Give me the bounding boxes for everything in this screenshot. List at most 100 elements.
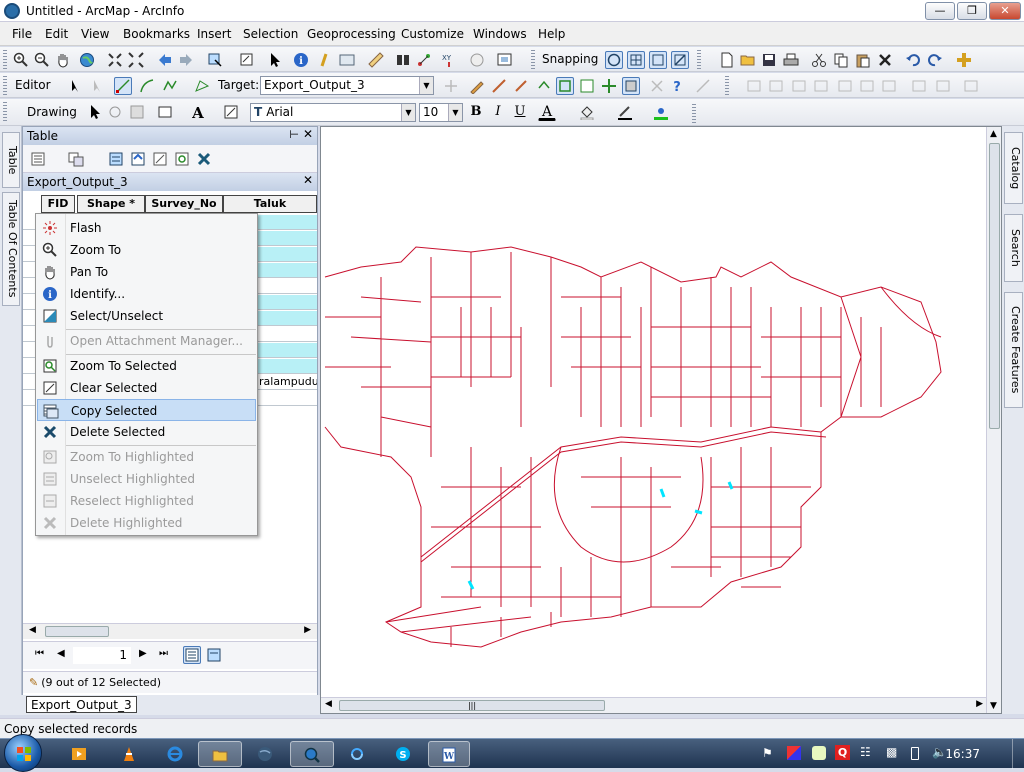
- toolbar-grip[interactable]: [3, 50, 7, 69]
- column-header-taluk[interactable]: Taluk: [223, 195, 317, 213]
- measure-icon[interactable]: [367, 51, 385, 69]
- map-horizontal-scrollbar[interactable]: ◀ ||| ▶: [321, 697, 987, 713]
- paste-icon[interactable]: [854, 51, 872, 69]
- rotate-icon[interactable]: [512, 77, 530, 95]
- previous-record-icon[interactable]: ◀: [57, 648, 65, 659]
- menu-selection[interactable]: Selection: [243, 27, 298, 41]
- georef-tool-4-icon[interactable]: [812, 77, 830, 95]
- column-header-shape[interactable]: Shape *: [77, 195, 145, 213]
- georef-tool-9-icon[interactable]: [934, 77, 952, 95]
- end-snapping-icon[interactable]: [627, 51, 645, 69]
- toolbar-grip[interactable]: [531, 50, 535, 69]
- line-color-icon[interactable]: [616, 103, 634, 121]
- globe-app-button[interactable]: [252, 741, 278, 767]
- zoom-to-selected-icon[interactable]: [173, 150, 191, 168]
- add-data-icon[interactable]: [955, 51, 973, 69]
- scroll-left-icon[interactable]: ◀: [325, 699, 332, 709]
- georef-tool-6-icon[interactable]: [858, 77, 876, 95]
- attributes-icon[interactable]: [578, 77, 596, 95]
- record-number-field[interactable]: 1: [73, 647, 131, 664]
- zoom-in-icon[interactable]: [12, 51, 30, 69]
- vlc-button[interactable]: [116, 741, 142, 767]
- time-slider-icon[interactable]: [468, 51, 486, 69]
- close-button[interactable]: ✕: [989, 2, 1021, 20]
- clear-selection-icon[interactable]: [238, 51, 256, 69]
- menu-windows[interactable]: Windows: [473, 27, 527, 41]
- select-elements-icon[interactable]: [86, 103, 104, 121]
- scroll-up-icon[interactable]: ▲: [990, 129, 997, 139]
- column-header-fid[interactable]: FID: [41, 195, 75, 213]
- georef-tool-8-icon[interactable]: [910, 77, 928, 95]
- skype-button[interactable]: S: [390, 741, 416, 767]
- open-folder-icon[interactable]: [739, 51, 757, 69]
- undo-icon[interactable]: [904, 51, 922, 69]
- chevron-down-icon[interactable]: ▼: [401, 104, 415, 121]
- rotate-element-icon[interactable]: [106, 103, 124, 121]
- menu-item-unselect-highlighted[interactable]: Unselect Highlighted: [37, 468, 256, 490]
- menu-item-select-unselect[interactable]: Select/Unselect: [37, 305, 256, 327]
- zoom-out-icon[interactable]: [33, 51, 51, 69]
- show-selected-records-icon[interactable]: [205, 646, 223, 664]
- font-name-select[interactable]: T Arial ▼: [250, 103, 416, 122]
- snapping-dropdown[interactable]: Snapping: [542, 52, 598, 66]
- menu-item-clear-selected[interactable]: Clear Selected: [37, 377, 256, 399]
- print-icon[interactable]: [782, 51, 800, 69]
- edit-annotation-icon[interactable]: [88, 77, 106, 95]
- georef-tool-5-icon[interactable]: [836, 77, 854, 95]
- menu-help[interactable]: Help: [538, 27, 565, 41]
- tray-note-icon[interactable]: [812, 746, 826, 760]
- explorer-button[interactable]: [198, 741, 242, 767]
- switch-selection-icon[interactable]: [129, 150, 147, 168]
- forward-extent-icon[interactable]: [177, 51, 195, 69]
- menu-item-delete-highlighted[interactable]: Delete Highlighted: [37, 512, 256, 534]
- trace-icon[interactable]: [161, 77, 179, 95]
- toolbar-grip[interactable]: [697, 50, 701, 69]
- find-route-icon[interactable]: [415, 51, 433, 69]
- bold-button[interactable]: B: [467, 103, 485, 121]
- media-player-button[interactable]: [66, 741, 92, 767]
- menu-item-zoom-to-selected[interactable]: Zoom To Selected: [37, 355, 256, 377]
- pan-icon[interactable]: [54, 51, 72, 69]
- georef-tool-10-icon[interactable]: [962, 77, 980, 95]
- generalize-icon[interactable]: [648, 77, 666, 95]
- menu-view[interactable]: View: [81, 27, 109, 41]
- menu-item-zoom-to[interactable]: Zoom To: [37, 239, 256, 261]
- menu-insert[interactable]: Insert: [197, 27, 231, 41]
- hyperlink-icon[interactable]: [315, 51, 333, 69]
- rectangle-tool-icon[interactable]: [156, 103, 174, 121]
- straight-segment-icon[interactable]: [114, 77, 132, 95]
- tray-app-icon[interactable]: [787, 746, 801, 760]
- sketch-pencil-icon[interactable]: [468, 77, 486, 95]
- map-view[interactable]: ◀ ||| ▶: [320, 126, 1002, 714]
- full-extent-icon[interactable]: [78, 51, 96, 69]
- save-icon[interactable]: [760, 51, 778, 69]
- toolbar-grip[interactable]: [3, 102, 7, 121]
- edit-vertices-icon[interactable]: [193, 77, 211, 95]
- menu-bookmarks[interactable]: Bookmarks: [123, 27, 190, 41]
- pin-icon[interactable]: ⊢: [289, 128, 299, 141]
- marker-color-icon[interactable]: [652, 103, 670, 121]
- fixed-zoom-in-icon[interactable]: [106, 51, 124, 69]
- menu-item-delete-selected[interactable]: Delete Selected: [37, 421, 256, 443]
- georef-tool-7-icon[interactable]: [880, 77, 898, 95]
- network-icon[interactable]: ☷: [860, 745, 871, 759]
- menu-item-reselect-highlighted[interactable]: Reselect Highlighted: [37, 490, 256, 512]
- edge-snapping-icon[interactable]: [671, 51, 689, 69]
- select-elements-icon[interactable]: [266, 51, 284, 69]
- identify-icon[interactable]: i: [292, 51, 310, 69]
- zoom-whole-page-icon[interactable]: [128, 103, 146, 121]
- minimize-button[interactable]: —: [925, 2, 955, 20]
- sync-app-button[interactable]: [344, 741, 370, 767]
- menu-item-zoom-to-highlighted[interactable]: Zoom To Highlighted: [37, 446, 256, 468]
- underline-button[interactable]: U: [511, 103, 529, 121]
- scroll-thumb[interactable]: [989, 143, 1000, 429]
- help-icon[interactable]: ?: [668, 77, 686, 95]
- scroll-thumb[interactable]: [45, 626, 109, 637]
- scroll-left-icon[interactable]: ◀: [29, 625, 36, 635]
- redo-icon[interactable]: [926, 51, 944, 69]
- chevron-down-icon[interactable]: ▼: [419, 77, 433, 94]
- create-features-tab[interactable]: Create Features: [1004, 292, 1023, 408]
- topology-edit-icon[interactable]: [556, 77, 574, 95]
- text-tool-icon[interactable]: A: [189, 103, 207, 122]
- select-features-icon[interactable]: [206, 51, 224, 69]
